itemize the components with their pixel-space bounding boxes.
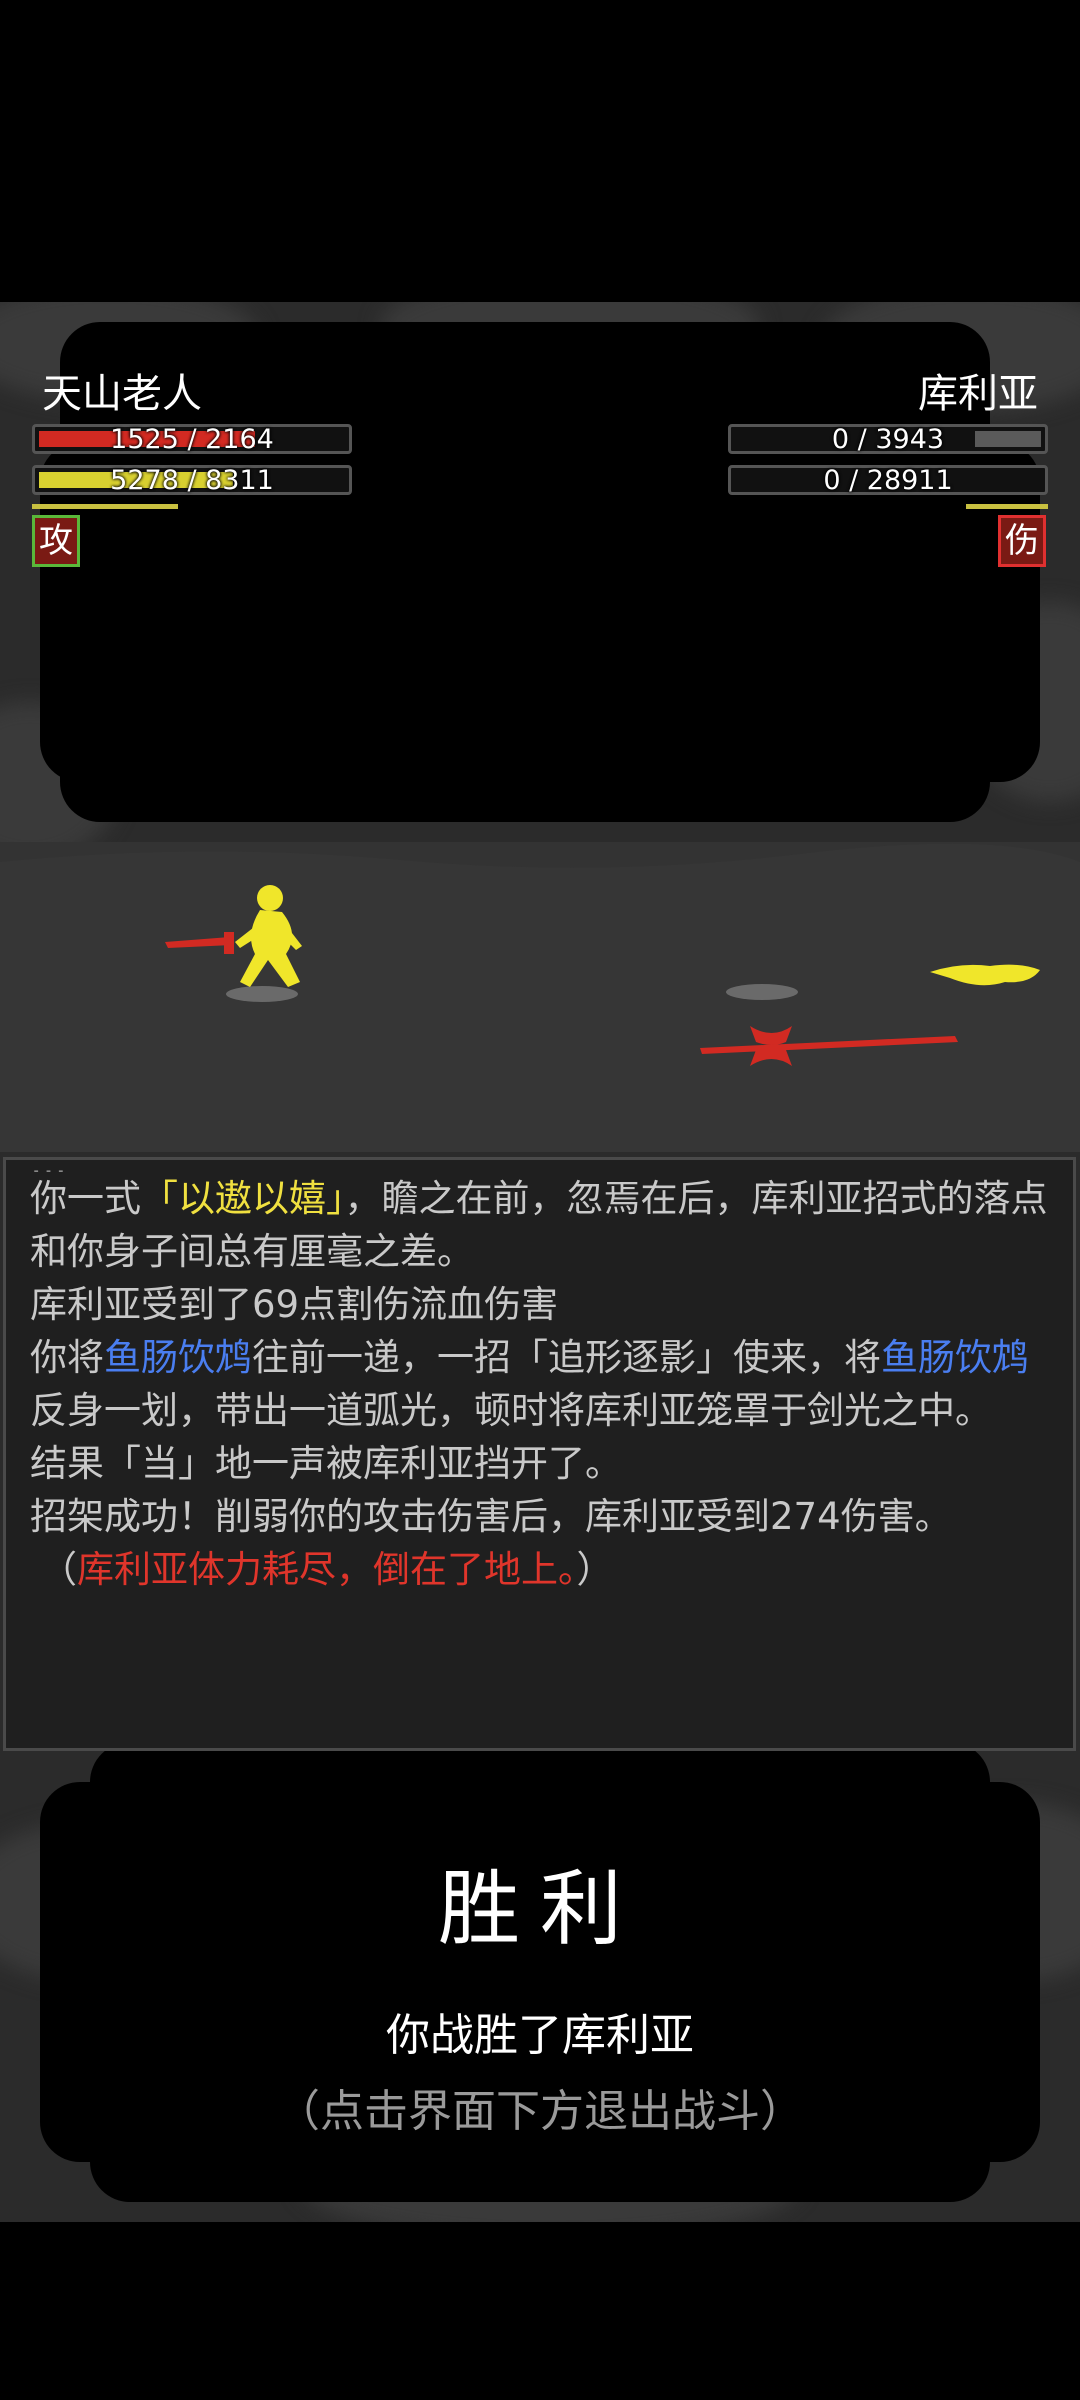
log-text: 你将 — [30, 1336, 104, 1379]
log-text: ） — [576, 1548, 614, 1591]
weapon-name: 鱼肠饮鸩 — [881, 1336, 1029, 1379]
combat-log[interactable]: … 你一式「以遨以嬉」，瞻之在前，忽焉在后，库利亚招式的落点和你身子间总有厘毫之… — [3, 1157, 1076, 1751]
log-entry: （库利亚体力耗尽，倒在了地上。） — [6, 1543, 1073, 1596]
log-text: 你一式 — [30, 1177, 141, 1220]
player-hp-text: 1525 / 2164 — [110, 424, 274, 455]
enemy-action-gauge — [966, 504, 1048, 509]
injured-status-badge: 伤 — [998, 515, 1046, 567]
enemy-defeated-text: 库利亚体力耗尽，倒在了地上。 — [77, 1548, 577, 1591]
enemy-hp-text: 0 / 3943 — [831, 424, 945, 455]
enemy-hp-bar: 0 / 3943 — [728, 424, 1048, 454]
player-name: 天山老人 — [42, 371, 202, 417]
player-hp-bar: 1525 / 2164 — [32, 424, 352, 454]
battlefield-ground — [0, 842, 1080, 1152]
enemy-name: 库利亚 — [918, 371, 1038, 417]
log-text: （ — [40, 1548, 77, 1591]
log-text: 反身一划，带出一道弧光，顿时将库利亚笼罩于剑光之中。 — [30, 1389, 992, 1432]
log-entry: 你一式「以遨以嬉」，瞻之在前，忽焉在后，库利亚招式的落点和你身子间总有厘毫之差。 — [6, 1172, 1073, 1278]
player-mp-bar: 5278 / 8311 — [32, 465, 352, 495]
player-action-gauge — [32, 504, 178, 509]
enemy-mp-text: 0 / 28911 — [823, 465, 953, 496]
log-entry: 库利亚受到了69点割伤流血伤害 — [30, 1283, 559, 1326]
victory-title: 胜利 — [437, 1862, 642, 1957]
battle-scene — [0, 843, 1080, 1152]
log-entry: 你将鱼肠饮鸩往前一递，一招「追形逐影」使来，将鱼肠饮鸩反身一划，带出一道弧光，顿… — [6, 1331, 1073, 1437]
enemy-mp-bar: 0 / 28911 — [728, 465, 1048, 495]
weapon-name: 鱼肠饮鸩 — [104, 1336, 252, 1379]
victory-subtitle: 你战胜了库利亚 — [386, 2010, 694, 2061]
attack-stance-badge: 攻 — [32, 515, 80, 567]
skill-name: 「以遨以嬉」 — [141, 1177, 345, 1220]
exit-battle-hint[interactable]: （点击界面下方退出战斗） — [0, 2084, 1080, 2140]
log-cutoff-line: … — [6, 1160, 1073, 1172]
player-mp-text: 5278 / 8311 — [110, 465, 274, 496]
log-text: 往前一递，一招「追形逐影」使来，将 — [252, 1336, 881, 1379]
log-entry: 招架成功！削弱你的攻击伤害后，库利亚受到274伤害。 — [30, 1495, 952, 1538]
log-entry: 结果「当」地一声被库利亚挡开了。 — [30, 1442, 622, 1485]
